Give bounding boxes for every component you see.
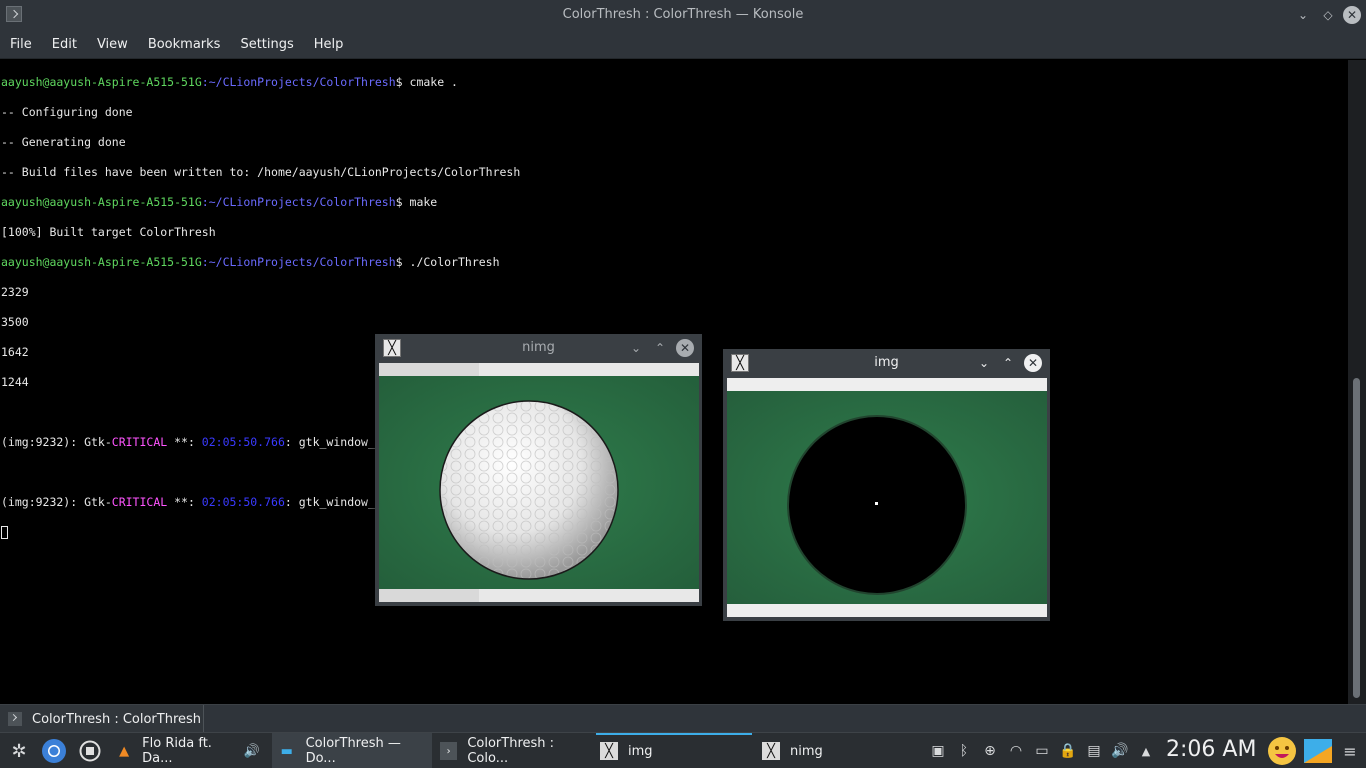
close-button[interactable]: ✕ [1024,354,1042,372]
terminal-icon: › [440,742,458,760]
menu-file[interactable]: File [10,37,32,52]
text-cursor [1,526,8,539]
window-title: ColorThresh : ColorThresh — Konsole [562,7,804,22]
x-icon: ╳ [762,742,780,760]
clock[interactable]: 2:06 AM [1166,737,1256,762]
battery-icon[interactable]: ▭ [1031,733,1053,768]
task-dolphin[interactable]: ▬ ColorThresh — Do... [272,733,432,768]
image-top-band [727,378,1047,391]
stop-icon[interactable] [78,733,102,768]
lock-icon[interactable]: 🔒 [1058,733,1078,768]
terminal-line: -- Generating done [1,135,126,149]
terminal-line: aayush@aayush-Aspire-A515-51G:~/CLionPro… [1,195,438,209]
task-konsole[interactable]: › ColorThresh : Colo... [434,733,594,768]
menu-view[interactable]: View [97,37,128,52]
terminal-line: 2329 [1,285,29,299]
application-launcher-icon[interactable]: ✲ [6,733,32,768]
nimg-titlebar[interactable]: ╳ nimg ⌄ ⌃ ✕ [375,334,702,362]
golf-ball-graphic [379,376,699,589]
terminal-line: -- Build files have been written to: /ho… [1,165,521,179]
minimize-button[interactable]: ⌄ [1294,6,1312,24]
chrome-icon[interactable] [40,733,68,768]
maximize-button[interactable]: ⌃ [651,339,669,357]
bluetooth-icon[interactable]: ᛒ [954,733,974,768]
task-img[interactable]: ╳ img [596,733,752,768]
menu-bookmarks[interactable]: Bookmarks [148,37,221,52]
taskbar: ✲ ▲ Flo Rida ft. Da... 🔊 ▬ ColorThresh —… [0,732,1366,768]
menu-help[interactable]: Help [314,37,344,52]
threshold-graphic [727,391,1047,604]
terminal-line: 3500 [1,315,29,329]
terminal-line: -- Configuring done [1,105,133,119]
window-titlebar[interactable]: ColorThresh : ColorThresh — Konsole ⌄ ◇ … [0,0,1366,30]
vlc-icon: ▲ [119,743,130,759]
volume-icon[interactable]: 🔊 [1110,733,1130,768]
wifi-icon[interactable]: ◠ [1005,733,1027,768]
keep-above-button[interactable]: ◇ [1319,6,1337,24]
close-button[interactable]: ✕ [1343,6,1361,24]
hamburger-menu-icon[interactable]: ≡ [1340,733,1360,768]
terminal-line: [100%] Built target ColorThresh [1,225,216,239]
nimg-window[interactable]: ╳ nimg ⌄ ⌃ ✕ [375,334,702,606]
terminal-scrollbar[interactable] [1348,60,1366,704]
terminal-line: aayush@aayush-Aspire-A515-51G:~/CLionPro… [1,255,500,269]
update-icon[interactable]: ⊕ [979,733,1001,768]
task-vlc[interactable]: ▲ Flo Rida ft. Da... 🔊 [110,733,270,768]
img-titlebar[interactable]: ╳ img ⌄ ⌃ ✕ [723,349,1050,377]
tab-colorthresh[interactable]: ColorThresh : ColorThresh [0,705,204,733]
speaker-icon: 🔊 [243,743,260,759]
minimize-button[interactable]: ⌄ [627,339,645,357]
active-indicator [596,733,752,735]
threshold-image [727,391,1047,604]
task-nimg[interactable]: ╳ nimg [758,733,914,768]
maximize-button[interactable]: ⌃ [999,354,1017,372]
golf-ball-image [379,376,699,589]
clipboard-icon[interactable]: ▤ [1084,733,1104,768]
tab-label: ColorThresh : ColorThresh [32,711,202,727]
menubar: File Edit View Bookmarks Settings Help [0,30,1366,59]
image-top-band [379,363,699,376]
emoji-icon[interactable] [1266,733,1298,768]
minimize-button[interactable]: ⌄ [975,354,993,372]
image-bottom-band [379,589,699,602]
tab-bar: ColorThresh : ColorThresh [0,704,1366,733]
img-window[interactable]: ╳ img ⌄ ⌃ ✕ [723,349,1050,621]
terminal-icon [8,712,22,726]
menu-settings[interactable]: Settings [240,37,293,52]
x-icon: ╳ [600,742,618,760]
scrollbar-thumb[interactable] [1353,378,1360,698]
image-bottom-band [727,604,1047,617]
camera-icon[interactable]: ▣ [928,733,948,768]
terminal-line: aayush@aayush-Aspire-A515-51G:~/CLionPro… [1,75,458,89]
folder-icon: ▬ [280,743,293,759]
menu-edit[interactable]: Edit [52,37,77,52]
desktop-icon[interactable] [1302,733,1334,768]
close-button[interactable]: ✕ [676,339,694,357]
tray-expand-icon[interactable]: ▲ [1136,733,1156,768]
